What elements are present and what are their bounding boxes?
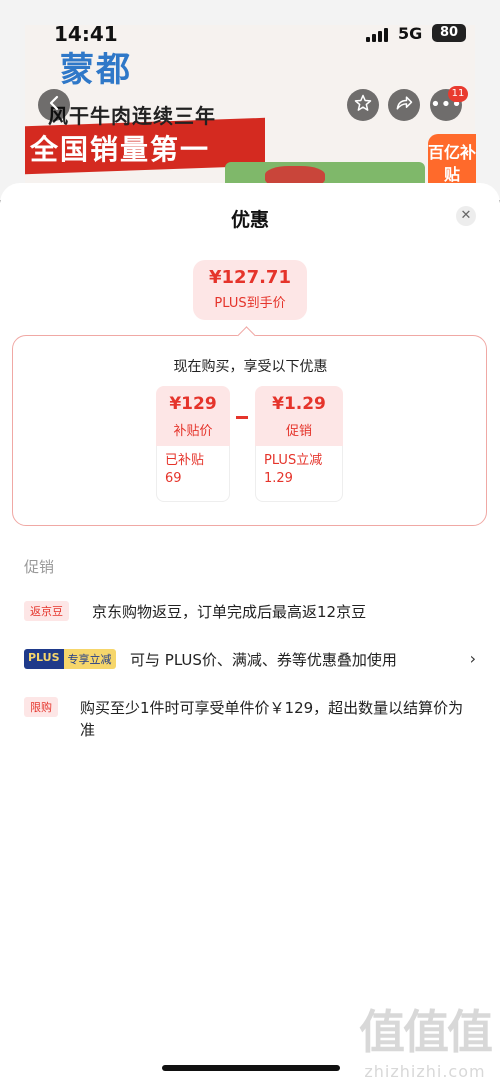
sheet-title: 优惠 (230, 209, 269, 231)
card-label: 促销 (285, 424, 312, 439)
card-price: ¥129 (169, 394, 217, 414)
card-price: ¥1.29 (272, 394, 326, 414)
promo-text: 购买至少1件时可享受单件价￥129，超出数量以结算价为准 (80, 699, 464, 739)
close-button[interactable]: ✕ (456, 206, 476, 226)
final-price-pill: ¥127.71 PLUS到手价 (193, 260, 307, 320)
banner-slogan-1: 风干牛肉连续三年 (48, 104, 216, 128)
share-button[interactable] (388, 89, 420, 121)
promo-tag: 返京豆 (24, 601, 69, 621)
promo-section-title: 促销 (24, 558, 55, 576)
back-icon (47, 95, 61, 116)
card-label: 补贴价 (173, 424, 213, 439)
discount-sheet: 优惠 ✕ ¥127.71 PLUS到手价 现在购买，享受以下优惠 ¥129 补贴… (0, 183, 500, 1082)
final-price: ¥127.71 (209, 267, 291, 288)
chevron-right-icon[interactable]: › (470, 649, 476, 668)
card-detail: PLUS立减 1.29 (255, 446, 343, 502)
favorite-button[interactable] (347, 89, 379, 121)
promo-text: 可与 PLUS价、满减、券等优惠叠加使用 (130, 651, 397, 669)
breakdown-heading: 现在购买，享受以下优惠 (173, 359, 328, 375)
network-type: 5G (398, 24, 423, 43)
battery-icon: 80 (432, 24, 466, 42)
promo-row-jingdou[interactable]: 返京豆 京东购物返豆，订单完成后最高返12京豆 (24, 601, 484, 623)
plus-tag: PLUS 专享立减 (24, 649, 116, 669)
home-indicator[interactable] (162, 1065, 340, 1071)
battery-level: 80 (439, 25, 459, 40)
back-button[interactable] (38, 89, 70, 121)
message-count-badge: 11 (448, 86, 468, 102)
close-icon: ✕ (460, 208, 472, 223)
subsidy-price-card: ¥129 补贴价 已补贴 69 (156, 386, 230, 502)
minus-sign (236, 416, 248, 419)
promo-discount-card: ¥1.29 促销 PLUS立减 1.29 (255, 386, 343, 502)
promo-tag: 限购 (24, 697, 58, 717)
status-bar: 14:41 5G 80 (0, 0, 500, 60)
promo-text: 京东购物返豆，订单完成后最高返12京豆 (92, 603, 367, 621)
watermark: 值值值 zhizhizhi.com (350, 996, 500, 1081)
promo-row-limit[interactable]: 限购 购买至少1件时可享受单件价￥129，超出数量以结算价为准 (24, 697, 484, 741)
signal-icon (366, 28, 392, 42)
share-icon (394, 93, 414, 118)
watermark-logo: 值值值 (359, 1005, 493, 1059)
watermark-site: zhizhizhi.com (364, 1062, 486, 1081)
banner-slogan-2: 全国销量第一 (30, 133, 211, 166)
star-icon (353, 93, 373, 118)
promo-row-plus[interactable]: PLUS 专享立减 可与 PLUS价、满减、券等优惠叠加使用 › (24, 649, 484, 671)
price-breakdown-box: 现在购买，享受以下优惠 ¥129 补贴价 已补贴 69 ¥1.29 促销 PLU… (12, 335, 487, 526)
final-price-label: PLUS到手价 (214, 296, 286, 311)
card-detail: 已补贴 69 (156, 446, 230, 502)
status-time: 14:41 (54, 22, 118, 46)
